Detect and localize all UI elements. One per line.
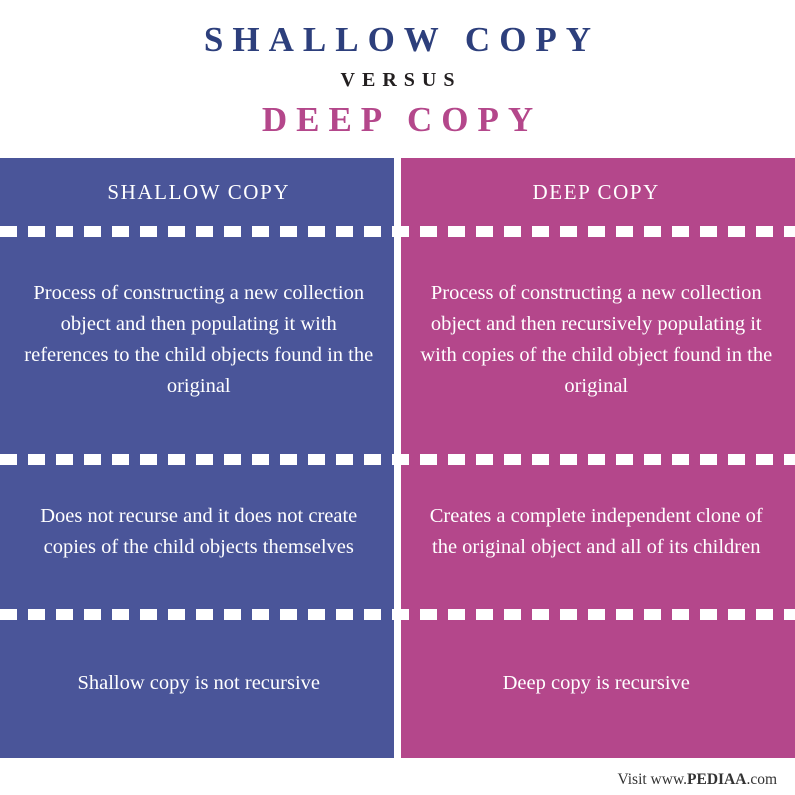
cell-shallow-row-3: Shallow copy is not recursive (77, 672, 321, 694)
footer-suffix: .com (746, 771, 777, 788)
cell-shallow-row-2: Does not recurse and it does not create … (40, 504, 358, 558)
row-divider-2 (0, 454, 795, 465)
header: SHALLOW COPY VERSUS DEEP COPY (0, 0, 795, 142)
row-divider-3 (0, 609, 795, 620)
cell-deep-row-1: Process of constructing a new collection… (420, 282, 773, 397)
column-header-deep-copy: DEEP COPY (532, 179, 660, 204)
footer-prefix: Visit www. (617, 771, 688, 788)
cell-shallow-row-1: Process of constructing a new collection… (24, 282, 374, 397)
cell-deep-row-2: Creates a complete independent clone of … (429, 504, 763, 558)
footer-brand: PEDIAA (687, 771, 747, 788)
row-divider-1 (0, 226, 795, 237)
column-header-shallow-copy: SHALLOW COPY (107, 179, 291, 204)
cell-deep-row-3: Deep copy is recursive (502, 672, 690, 694)
page-title-primary: SHALLOW COPY (203, 20, 601, 59)
page-title-secondary: DEEP COPY (261, 99, 543, 139)
page-title-versus: VERSUS (340, 68, 462, 91)
infographic-page: SHALLOW COPY VERSUS DEEP COPY SHALLOW CO… (0, 0, 795, 795)
footer-attribution: Visit www.PEDIAA.com (617, 771, 777, 789)
